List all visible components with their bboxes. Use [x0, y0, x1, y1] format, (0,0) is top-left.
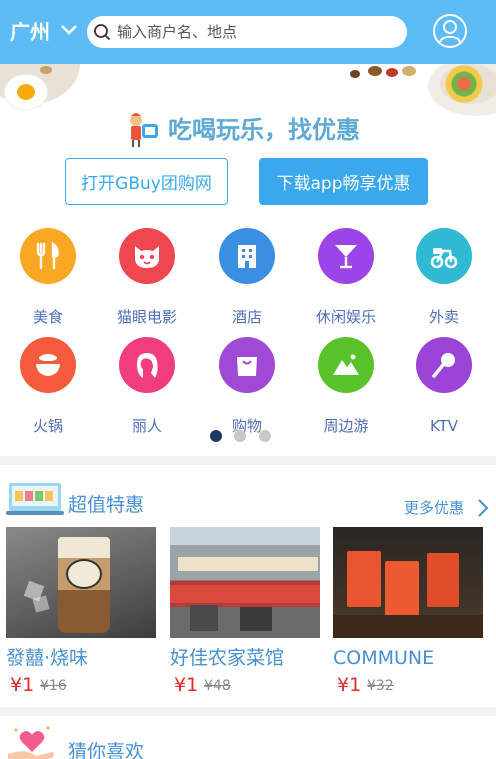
deal-price: ¥1	[10, 674, 35, 696]
category-food-circle	[20, 228, 76, 284]
category-shopping[interactable]: 购物	[207, 337, 287, 435]
mascot-icon	[130, 113, 158, 147]
category-label: 休闲娱乐	[315, 308, 376, 326]
cat-icon	[135, 246, 159, 268]
category-takeout-circle	[416, 228, 472, 284]
recommend-section: 猜你喜欢	[0, 716, 496, 759]
woman-icon	[137, 353, 158, 378]
category-travel-circle	[318, 337, 374, 393]
category-ktv[interactable]: KTV	[404, 337, 484, 435]
category-food[interactable]: 美食	[8, 228, 88, 326]
search-bar[interactable]	[87, 16, 407, 48]
open-website-button[interactable]: 打开GBuy团购网	[65, 158, 228, 205]
category-beauty-circle	[119, 337, 175, 393]
heart-hand-icon	[8, 726, 54, 759]
shopping-bag-icon	[237, 357, 257, 376]
deal-original-price: ¥48	[204, 678, 231, 694]
salad-image	[440, 64, 496, 104]
category-takeout[interactable]: 外卖	[404, 228, 484, 326]
category-hotpot-circle	[20, 337, 76, 393]
carousel-dot[interactable]	[234, 430, 246, 442]
spice-bowl-image	[40, 66, 52, 74]
search-icon	[94, 24, 111, 41]
download-app-button[interactable]: 下载app畅享优惠	[259, 158, 428, 205]
city-selector[interactable]: 广州	[10, 18, 50, 46]
category-movie[interactable]: 猫眼电影	[107, 228, 187, 326]
deal-image	[170, 527, 320, 638]
category-travel[interactable]: 周边游	[306, 337, 386, 435]
hotpot-icon	[36, 354, 60, 376]
scooter-icon	[430, 248, 458, 269]
recommend-title: 猜你喜欢	[68, 741, 145, 759]
egg-yolk-image	[17, 84, 35, 100]
mountain-icon	[333, 354, 359, 375]
category-hotpot[interactable]: 火锅	[8, 337, 88, 435]
deal-original-price: ¥16	[40, 678, 67, 694]
deal-price: ¥1	[174, 674, 199, 696]
category-leisure[interactable]: 休闲娱乐	[306, 228, 386, 326]
deals-section: 超值特惠 更多优惠 發囍·烧味 ¥1 ¥16 好佳农家菜馆 ¥1 ¥48 COM…	[0, 465, 496, 707]
category-beauty[interactable]: 丽人	[107, 337, 187, 435]
deal-image	[333, 527, 483, 638]
header: 广州	[0, 0, 496, 64]
category-ktv-circle	[416, 337, 472, 393]
cocktail-icon	[335, 245, 357, 269]
category-leisure-circle	[318, 228, 374, 284]
chevron-down-icon[interactable]	[60, 24, 78, 36]
carousel-dot-active[interactable]	[210, 430, 222, 442]
deal-name: COMMUNE	[333, 647, 435, 669]
user-icon[interactable]	[432, 13, 468, 49]
spice-bowl-image	[402, 66, 416, 76]
deal-card[interactable]: 好佳农家菜馆 ¥1 ¥48	[170, 527, 320, 697]
app: 广州 输入商户名、地点 吃喝玩乐，找优惠 打开GBuy团购网 下载app畅享优惠…	[0, 0, 496, 759]
category-hotel[interactable]: 酒店	[207, 228, 287, 326]
spice-bowl-image	[386, 68, 398, 77]
spice-bowl-image	[350, 70, 360, 78]
carousel-dot[interactable]	[259, 430, 271, 442]
sale-shop-icon	[6, 483, 64, 515]
deals-title: 超值特惠	[68, 494, 145, 516]
promo-banner: 吃喝玩乐，找优惠 打开GBuy团购网 下载app畅享优惠	[0, 64, 496, 214]
deal-name: 好佳农家菜馆	[170, 647, 285, 669]
category-grid: 美食 猫眼电影 酒店 休闲娱乐 外卖 火锅 丽人 购物 周边游 KTV	[0, 214, 496, 456]
category-label: 外卖	[428, 308, 459, 326]
more-deals-link[interactable]: 更多优惠	[404, 498, 464, 518]
carousel-indicator	[210, 430, 280, 442]
deal-card[interactable]: COMMUNE ¥1 ¥32	[333, 527, 483, 697]
category-movie-circle	[119, 228, 175, 284]
deal-name: 發囍·烧味	[6, 647, 89, 669]
category-hotel-circle	[219, 228, 275, 284]
hotel-icon	[238, 245, 256, 268]
deal-card[interactable]: 發囍·烧味 ¥1 ¥16	[6, 527, 156, 697]
category-label: KTV	[429, 417, 459, 435]
category-label: 猫眼电影	[116, 308, 177, 326]
deal-original-price: ¥32	[367, 678, 394, 694]
microphone-icon	[432, 353, 455, 378]
deal-image	[6, 527, 156, 638]
category-label: 火锅	[32, 417, 63, 435]
fork-knife-icon	[36, 242, 59, 270]
spice-bowl-image	[368, 66, 382, 76]
category-label: 丽人	[131, 417, 162, 435]
banner-title: 吃喝玩乐，找优惠	[168, 116, 360, 144]
category-label: 周边游	[323, 417, 369, 435]
chevron-right-icon[interactable]	[477, 498, 489, 518]
category-label: 美食	[32, 308, 63, 326]
search-input[interactable]	[117, 20, 397, 44]
deal-price: ¥1	[337, 674, 362, 696]
category-label: 酒店	[231, 308, 262, 326]
category-shopping-circle	[219, 337, 275, 393]
